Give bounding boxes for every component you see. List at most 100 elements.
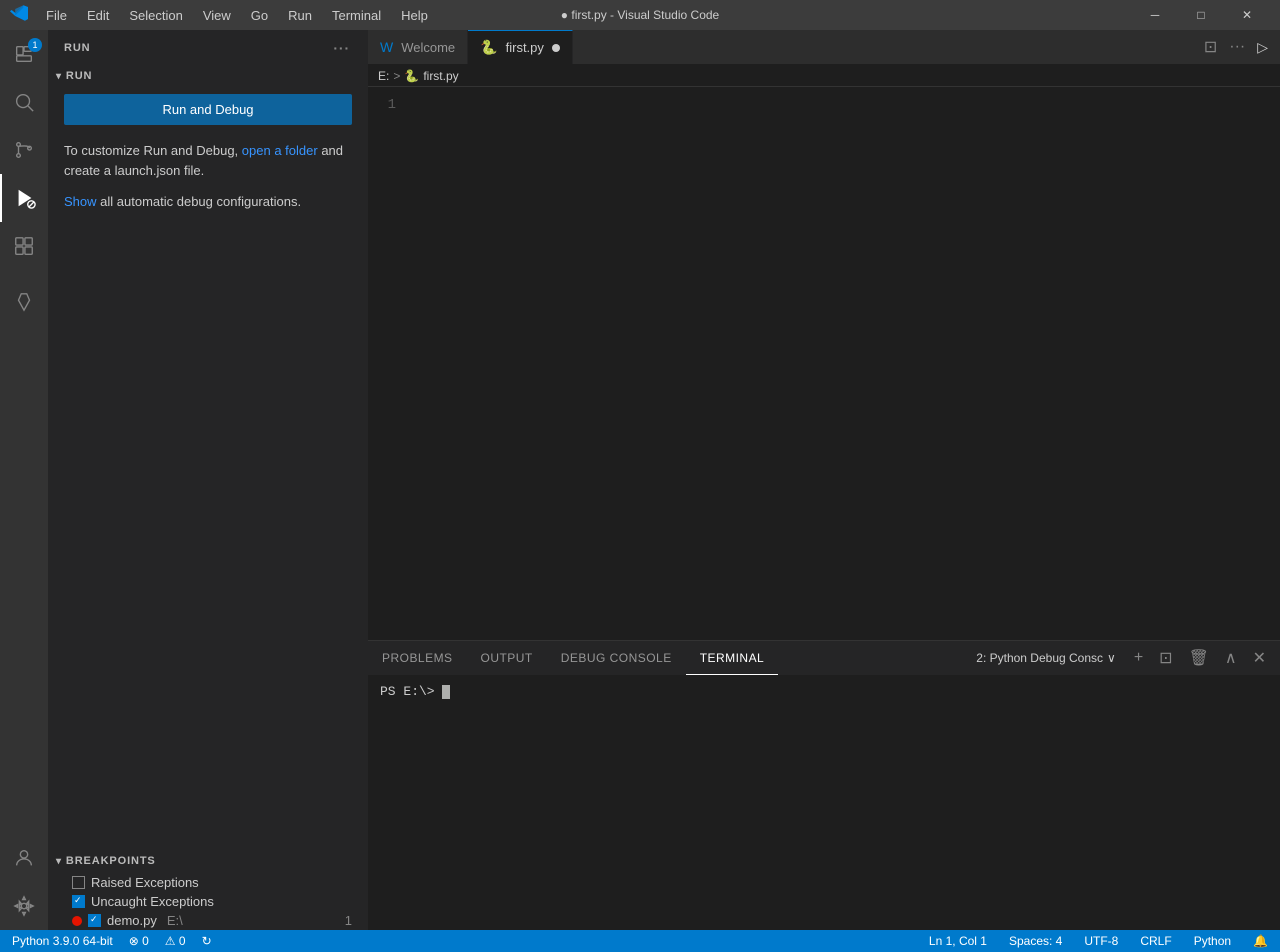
show-text: Show all automatic debug configurations.: [48, 188, 368, 220]
status-line-ending[interactable]: CRLF: [1136, 934, 1175, 948]
menu-run[interactable]: Run: [280, 6, 320, 25]
activity-bottom: [0, 834, 48, 930]
first-py-tab-icon: 🐍: [480, 39, 497, 56]
status-right: Ln 1, Col 1 Spaces: 4 UTF-8 CRLF Python …: [925, 934, 1272, 948]
title-bar: File Edit Selection View Go Run Terminal…: [0, 0, 1280, 30]
kill-terminal-button[interactable]: 🗑: [1183, 644, 1215, 672]
tab-actions: ⊡ ··· ▷: [1200, 30, 1280, 64]
breadcrumb: E: > 🐍 first.py: [368, 65, 1280, 87]
breakpoints-header[interactable]: ▾ BREAKPOINTS: [48, 849, 368, 873]
breakpoints-section: ▾ BREAKPOINTS Raised Exceptions Uncaught…: [48, 849, 368, 930]
editor-text[interactable]: [408, 87, 1280, 640]
breakpoint-demo[interactable]: demo.py E:\ 1: [48, 911, 368, 930]
menu-selection[interactable]: Selection: [121, 6, 190, 25]
status-left: Python 3.9.0 64-bit ⊗ 0 ⚠ 0 ↻: [8, 934, 216, 948]
menu-file[interactable]: File: [38, 6, 75, 25]
status-warnings[interactable]: ⚠ 0: [161, 934, 190, 948]
activity-explorer[interactable]: 1: [0, 30, 48, 78]
breakpoint-raised[interactable]: Raised Exceptions: [48, 873, 368, 892]
menu-terminal[interactable]: Terminal: [324, 6, 389, 25]
menu-go[interactable]: Go: [243, 6, 276, 25]
breadcrumb-sep1: >: [393, 69, 400, 83]
explorer-badge: 1: [28, 38, 42, 52]
breakpoint-uncaught[interactable]: Uncaught Exceptions: [48, 892, 368, 911]
run-file-button[interactable]: ▷: [1253, 35, 1272, 60]
more-actions-button[interactable]: ···: [1225, 34, 1249, 60]
activity-settings[interactable]: [0, 882, 48, 930]
collapse-icon: ▾: [56, 71, 62, 82]
status-errors[interactable]: ⊗ 0: [125, 934, 153, 948]
raised-exceptions-checkbox[interactable]: [72, 876, 85, 889]
run-section: ▾ RUN Run and Debug To customize Run and…: [48, 62, 368, 460]
open-folder-link[interactable]: open a folder: [242, 143, 318, 158]
demo-py-filename: demo.py: [107, 913, 157, 928]
activity-testing[interactable]: [0, 278, 48, 326]
status-python-version[interactable]: Python 3.9.0 64-bit: [8, 934, 117, 948]
activity-search[interactable]: [0, 78, 48, 126]
sidebar: RUN ··· ▾ RUN Run and Debug To customize…: [48, 30, 368, 930]
activity-source-control[interactable]: [0, 126, 48, 174]
maximize-button[interactable]: □: [1178, 0, 1224, 30]
close-panel-button[interactable]: ✕: [1247, 644, 1272, 672]
window-controls: ─ □ ✕: [1132, 0, 1270, 30]
window-title: ● first.py - Visual Studio Code: [561, 8, 719, 22]
editor-content[interactable]: 1: [368, 87, 1280, 640]
activity-run[interactable]: [0, 174, 48, 222]
terminal-dropdown[interactable]: 2: Python Debug Consc ∨: [968, 649, 1124, 667]
status-notification[interactable]: 🔔: [1249, 934, 1272, 948]
breadcrumb-file: first.py: [423, 69, 458, 83]
run-and-debug-button[interactable]: Run and Debug: [64, 94, 352, 125]
terminal-cursor: [442, 685, 450, 699]
panel-tab-output[interactable]: OUTPUT: [467, 641, 547, 675]
status-language[interactable]: Python: [1190, 934, 1235, 948]
menu-bar: File Edit Selection View Go Run Terminal…: [38, 6, 436, 25]
panel-tab-debug-console[interactable]: DEBUG CONSOLE: [547, 641, 686, 675]
panel-tab-terminal[interactable]: TERMINAL: [686, 641, 779, 675]
demo-py-line: 1: [345, 913, 352, 928]
terminal-content[interactable]: PS E:\>: [368, 676, 1280, 930]
status-encoding[interactable]: UTF-8: [1080, 934, 1122, 948]
activity-extensions[interactable]: [0, 222, 48, 270]
status-bar: Python 3.9.0 64-bit ⊗ 0 ⚠ 0 ↻ Ln 1, Col …: [0, 930, 1280, 952]
breadcrumb-drive: E:: [378, 69, 389, 83]
demo-py-checkbox[interactable]: [88, 914, 101, 927]
encoding-label: UTF-8: [1084, 934, 1118, 948]
tab-first-py[interactable]: 🐍 first.py: [468, 30, 573, 64]
title-bar-left: File Edit Selection View Go Run Terminal…: [10, 4, 436, 27]
activity-account[interactable]: [0, 834, 48, 882]
status-spaces[interactable]: Spaces: 4: [1005, 934, 1066, 948]
breadcrumb-file-icon: 🐍: [404, 69, 419, 83]
new-terminal-button[interactable]: +: [1128, 645, 1149, 671]
main-area: 1 RUN ···: [0, 30, 1280, 930]
minimize-button[interactable]: ─: [1132, 0, 1178, 30]
menu-view[interactable]: View: [195, 6, 239, 25]
run-section-header[interactable]: ▾ RUN: [48, 70, 368, 86]
sidebar-title: RUN: [64, 42, 90, 54]
tab-welcome[interactable]: W Welcome: [368, 30, 468, 64]
show-after2: all automatic debug configurations.: [100, 194, 301, 209]
panel-tab-problems[interactable]: PROBLEMS: [368, 641, 467, 675]
uncaught-exceptions-checkbox[interactable]: [72, 895, 85, 908]
breakpoints-label: BREAKPOINTS: [66, 855, 156, 867]
welcome-tab-label: Welcome: [401, 40, 455, 55]
close-button[interactable]: ✕: [1224, 0, 1270, 30]
terminal-dropdown-icon: ∨: [1107, 651, 1116, 665]
menu-help[interactable]: Help: [393, 6, 436, 25]
split-terminal-button[interactable]: ⊡: [1153, 644, 1178, 672]
split-editor-button[interactable]: ⊡: [1200, 33, 1221, 61]
status-position[interactable]: Ln 1, Col 1: [925, 934, 991, 948]
status-sync[interactable]: ↻: [198, 934, 216, 948]
notification-icon: 🔔: [1253, 934, 1268, 948]
python-version-label: Python 3.9.0 64-bit: [12, 934, 113, 948]
terminal-prompt: PS E:\>: [380, 684, 442, 699]
terminal-label: 2: Python Debug Consc: [976, 651, 1103, 665]
show-link[interactable]: Show: [64, 194, 97, 209]
sidebar-more-button[interactable]: ···: [331, 38, 352, 58]
line-numbers: 1: [368, 87, 408, 640]
line-ending-label: CRLF: [1140, 934, 1171, 948]
welcome-tab-icon: W: [380, 39, 393, 55]
breakpoints-collapse-icon: ▾: [56, 856, 62, 867]
maximize-panel-button[interactable]: ∧: [1219, 644, 1243, 672]
menu-edit[interactable]: Edit: [79, 6, 117, 25]
customize-text: To customize Run and Debug, open a folde…: [48, 133, 368, 188]
